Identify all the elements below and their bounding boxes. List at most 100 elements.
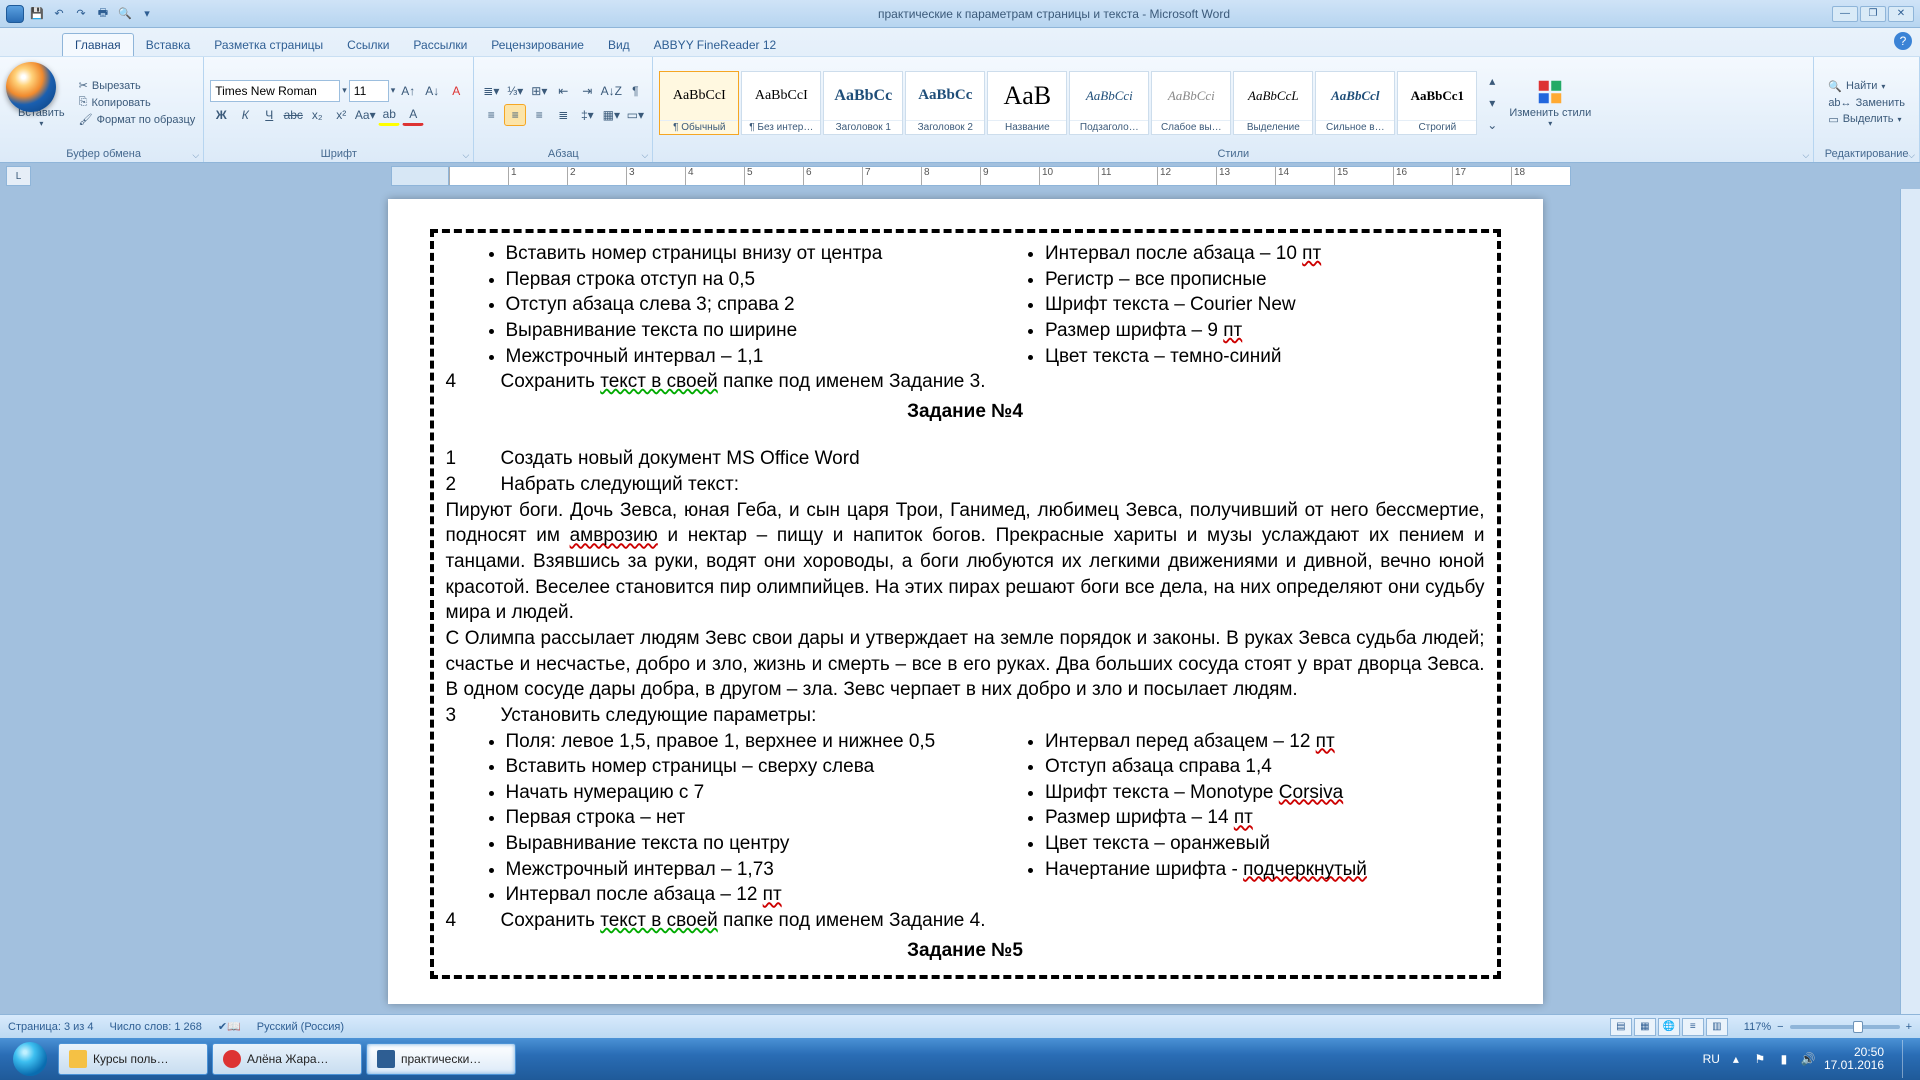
tray-clock[interactable]: 20:50 17.01.2016 xyxy=(1824,1046,1890,1072)
clear-formatting-button[interactable]: A xyxy=(445,80,467,102)
justify-button[interactable]: ≣ xyxy=(552,104,574,126)
view-draft[interactable]: ▥ xyxy=(1706,1018,1728,1036)
vertical-scrollbar[interactable] xyxy=(1900,189,1920,1014)
font-size-combo[interactable]: 11 xyxy=(349,80,389,102)
qat-quickprint[interactable]: 🖶 xyxy=(94,5,112,23)
tab-mailings[interactable]: Рассылки xyxy=(401,34,479,56)
page-content-frame[interactable]: Вставить номер страницы внизу от центраП… xyxy=(430,229,1501,979)
tab-home[interactable]: Главная xyxy=(62,33,134,56)
subscript-button[interactable]: x₂ xyxy=(306,104,328,126)
styles-scroll-down[interactable]: ▾ xyxy=(1481,93,1503,113)
style-item-6[interactable]: AaBbCciСлабое вы… xyxy=(1151,71,1231,135)
qat-redo[interactable]: ↷ xyxy=(72,5,90,23)
zoom-in-button[interactable]: + xyxy=(1906,1021,1912,1033)
replace-button[interactable]: ab↔Заменить xyxy=(1828,97,1905,109)
align-right-button[interactable]: ≡ xyxy=(528,104,550,126)
tab-page-layout[interactable]: Разметка страницы xyxy=(202,34,335,56)
tab-view[interactable]: Вид xyxy=(596,34,642,56)
tab-references[interactable]: Ссылки xyxy=(335,34,401,56)
borders-button[interactable]: ▭▾ xyxy=(624,104,646,126)
close-button[interactable]: ✕ xyxy=(1888,6,1914,22)
tray-chevron-up-icon[interactable]: ▴ xyxy=(1728,1051,1744,1067)
taskbar-item[interactable]: Курсы поль… xyxy=(58,1043,208,1075)
align-left-button[interactable]: ≡ xyxy=(480,104,502,126)
qat-save[interactable]: 💾 xyxy=(28,5,46,23)
decrease-indent-button[interactable]: ⇤ xyxy=(552,80,574,102)
select-button[interactable]: ▭Выделить▾ xyxy=(1828,113,1905,126)
show-marks-button[interactable]: ¶ xyxy=(624,80,646,102)
zoom-thumb[interactable] xyxy=(1853,1021,1863,1033)
tray-network-icon[interactable]: ▮ xyxy=(1776,1051,1792,1067)
font-size-dropdown-icon[interactable]: ▾ xyxy=(391,85,396,96)
minimize-button[interactable]: — xyxy=(1832,6,1858,22)
style-item-5[interactable]: AaBbCciПодзаголо… xyxy=(1069,71,1149,135)
strike-button[interactable]: abc xyxy=(282,104,304,126)
font-color-button[interactable]: A xyxy=(402,104,424,126)
zoom-slider[interactable] xyxy=(1790,1025,1900,1029)
tab-selector[interactable]: L xyxy=(6,166,31,186)
qat-undo[interactable]: ↶ xyxy=(50,5,68,23)
styles-scroll-up[interactable]: ▴ xyxy=(1481,71,1503,91)
shrink-font-button[interactable]: A↓ xyxy=(421,80,443,102)
view-full-screen[interactable]: ▦ xyxy=(1634,1018,1656,1036)
qat-more[interactable]: ▾ xyxy=(138,5,156,23)
copy-button[interactable]: ⎘Копировать xyxy=(77,95,198,110)
style-item-8[interactable]: AaBbCclСильное в… xyxy=(1315,71,1395,135)
show-desktop-button[interactable] xyxy=(1902,1040,1914,1078)
bullets-button[interactable]: ≣▾ xyxy=(480,80,502,102)
format-painter-button[interactable]: 🖌Формат по образцу xyxy=(77,112,198,127)
style-item-1[interactable]: AaBbCcI¶ Без интер… xyxy=(741,71,821,135)
status-language[interactable]: Русский (Россия) xyxy=(257,1021,344,1033)
find-button[interactable]: 🔍Найти▾ xyxy=(1828,80,1905,93)
shading-button[interactable]: ▦▾ xyxy=(600,104,622,126)
numbering-button[interactable]: ⅓▾ xyxy=(504,80,526,102)
sort-button[interactable]: A↓Z xyxy=(600,80,622,102)
bold-button[interactable]: Ж xyxy=(210,104,232,126)
line-spacing-button[interactable]: ‡▾ xyxy=(576,104,598,126)
increase-indent-button[interactable]: ⇥ xyxy=(576,80,598,102)
start-button[interactable] xyxy=(6,1040,54,1078)
tab-abbyy[interactable]: ABBYY FineReader 12 xyxy=(642,34,789,56)
font-name-combo[interactable]: Times New Roman xyxy=(210,80,340,102)
status-proofing-icon[interactable]: ✔📖 xyxy=(218,1020,241,1033)
style-item-3[interactable]: AaBbCcЗаголовок 2 xyxy=(905,71,985,135)
style-item-4[interactable]: AaBНазвание xyxy=(987,71,1067,135)
styles-gallery[interactable]: AaBbCcI¶ ОбычныйAaBbCcI¶ Без интер…AaBbC… xyxy=(659,68,1477,138)
tray-flag-icon[interactable]: ⚑ xyxy=(1752,1051,1768,1067)
underline-button[interactable]: Ч xyxy=(258,104,280,126)
tray-lang[interactable]: RU xyxy=(1703,1052,1720,1066)
status-words[interactable]: Число слов: 1 268 xyxy=(110,1021,202,1033)
taskbar-item[interactable]: Алёна Жара… xyxy=(212,1043,362,1075)
qat-preview[interactable]: 🔍 xyxy=(116,5,134,23)
style-item-0[interactable]: AaBbCcI¶ Обычный xyxy=(659,71,739,135)
view-outline[interactable]: ≡ xyxy=(1682,1018,1704,1036)
italic-button[interactable]: К xyxy=(234,104,256,126)
align-center-button[interactable]: ≡ xyxy=(504,104,526,126)
grow-font-button[interactable]: A↑ xyxy=(397,80,419,102)
style-item-7[interactable]: AaBbCcLВыделение xyxy=(1233,71,1313,135)
help-button[interactable]: ? xyxy=(1894,32,1912,50)
multilevel-button[interactable]: ⊞▾ xyxy=(528,80,550,102)
superscript-button[interactable]: x² xyxy=(330,104,352,126)
tab-insert[interactable]: Вставка xyxy=(134,34,203,56)
taskbar-item[interactable]: практически… xyxy=(366,1043,516,1075)
view-print-layout[interactable]: ▤ xyxy=(1610,1018,1632,1036)
horizontal-ruler[interactable]: 123456789101112131415161718 xyxy=(391,166,1571,186)
highlight-button[interactable]: ab xyxy=(378,104,400,126)
maximize-button[interactable]: ❐ xyxy=(1860,6,1886,22)
style-item-9[interactable]: AaBbCc1Строгий xyxy=(1397,71,1477,135)
vertical-ruler[interactable] xyxy=(0,189,30,1014)
style-item-2[interactable]: AaBbCcЗаголовок 1 xyxy=(823,71,903,135)
tray-volume-icon[interactable]: 🔊 xyxy=(1800,1051,1816,1067)
status-page[interactable]: Страница: 3 из 4 xyxy=(8,1021,94,1033)
tab-review[interactable]: Рецензирование xyxy=(479,34,596,56)
change-case-button[interactable]: Aa▾ xyxy=(354,104,376,126)
zoom-value[interactable]: 117% xyxy=(1744,1021,1771,1033)
zoom-out-button[interactable]: − xyxy=(1777,1021,1783,1033)
styles-expand[interactable]: ⌄ xyxy=(1481,115,1503,135)
view-web[interactable]: 🌐 xyxy=(1658,1018,1680,1036)
page-scroll[interactable]: Вставить номер страницы внизу от центраП… xyxy=(30,189,1900,1014)
cut-button[interactable]: ✂Вырезать xyxy=(77,78,198,93)
change-styles-button[interactable]: Изменить стили ▾ xyxy=(1501,75,1599,130)
font-name-dropdown-icon[interactable]: ▾ xyxy=(342,85,347,96)
